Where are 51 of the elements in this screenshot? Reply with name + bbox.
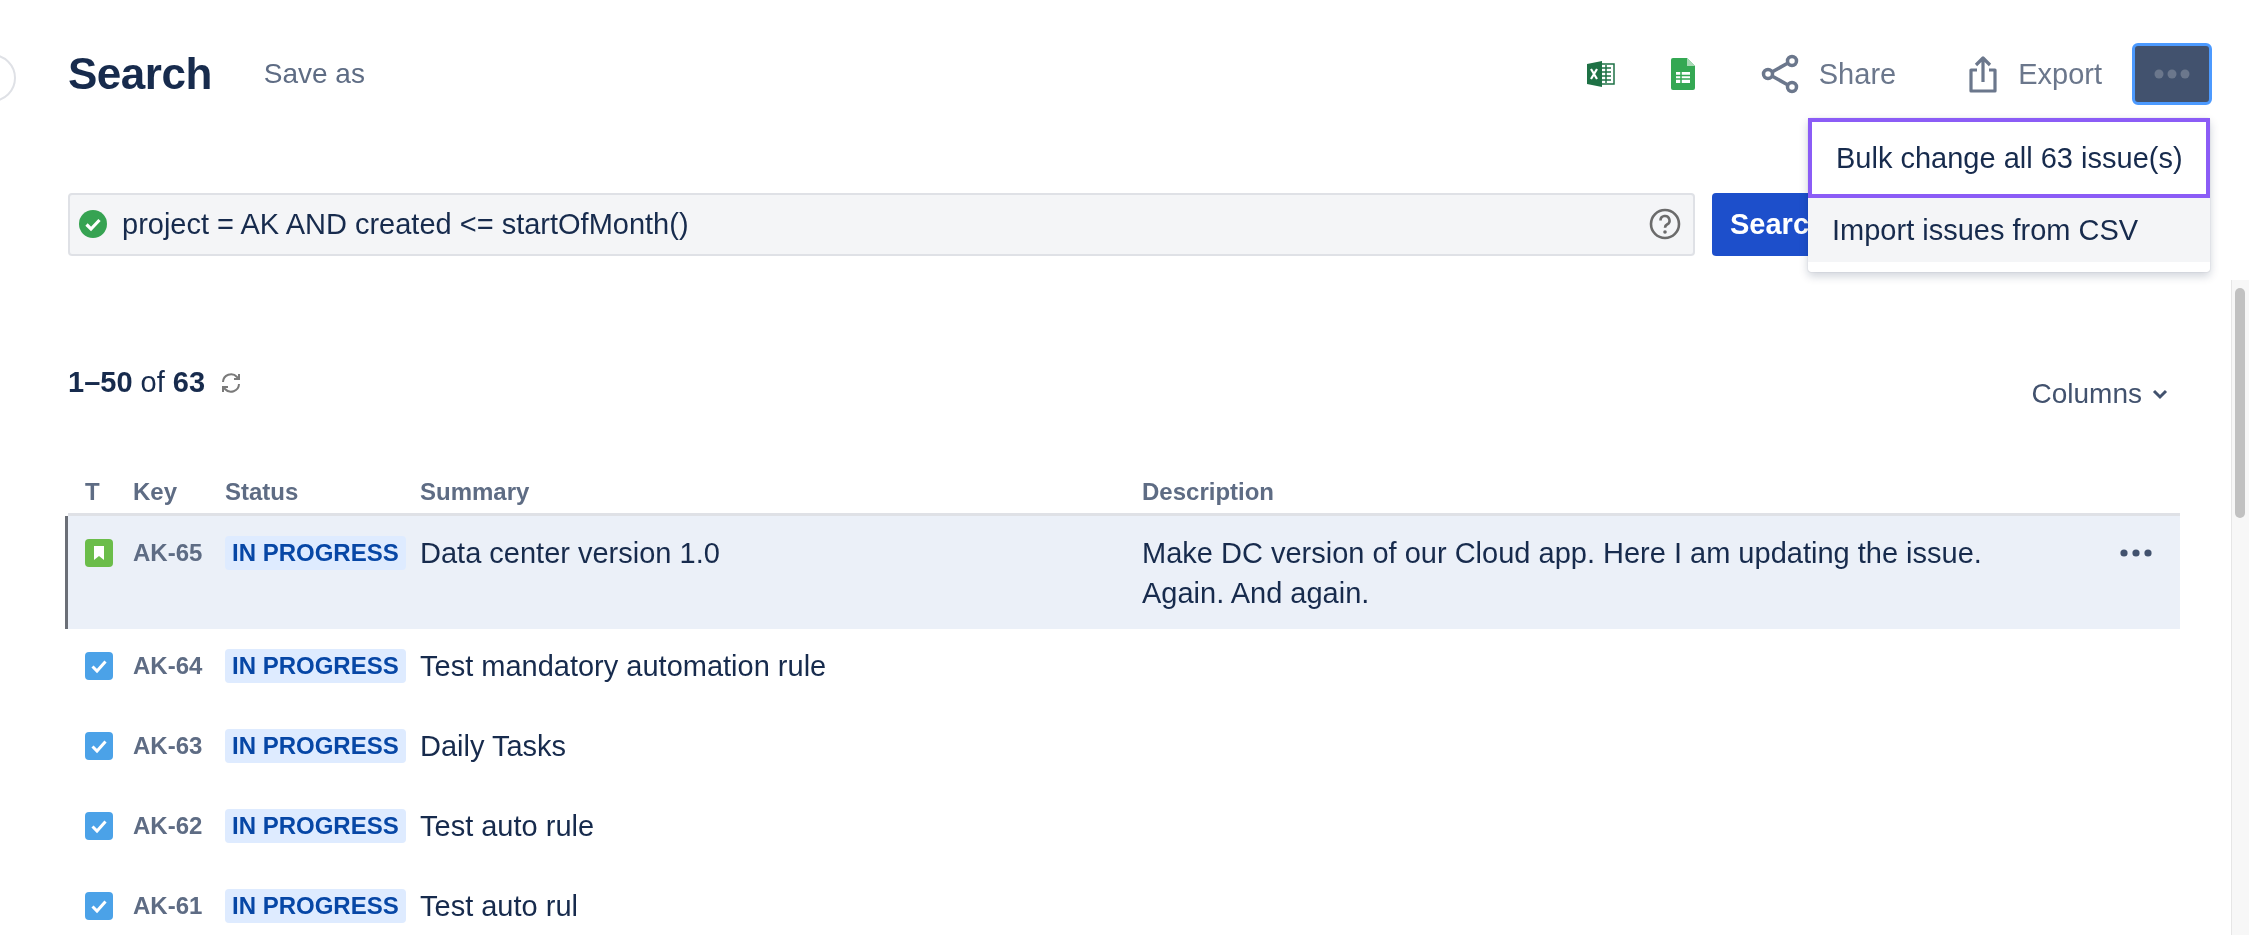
issue-row[interactable]: AK-61 IN PROGRESS Test auto rul — [65, 869, 2180, 935]
issue-summary-link[interactable]: Test auto rul — [420, 886, 1142, 926]
issue-row[interactable]: AK-64 IN PROGRESS Test mandatory automation rule — [65, 629, 2180, 709]
share-icon — [1760, 54, 1799, 94]
issue-key-link[interactable]: AK-62 — [133, 806, 225, 846]
page-title: Search — [68, 49, 212, 99]
checkbox-icon — [85, 812, 113, 840]
issue-key-link[interactable]: AK-65 — [133, 533, 225, 613]
export-button[interactable]: Export — [1960, 49, 2110, 99]
status-lozenge: IN PROGRESS — [225, 809, 406, 843]
issue-key-link[interactable]: AK-63 — [133, 726, 225, 766]
more-icon — [2154, 69, 2190, 79]
column-header[interactable]: Key — [133, 477, 225, 506]
checkbox-icon — [85, 652, 113, 680]
column-header[interactable]: Summary — [420, 477, 1142, 506]
issue-summary-link[interactable]: Daily Tasks — [420, 726, 1142, 766]
issue-description: Make DC version of our Cloud app. Here I am updating the issue. Again. And again. — [1142, 536, 1983, 611]
spreadsheet-file-icon[interactable] — [1586, 61, 1615, 87]
more-icon — [2120, 549, 2152, 557]
more-actions-button[interactable] — [2132, 43, 2212, 105]
save-as-button[interactable]: Save as — [259, 54, 369, 94]
checkbox-icon — [85, 732, 113, 760]
column-header[interactable]: T — [68, 477, 133, 506]
checkbox-icon — [85, 892, 113, 920]
sheet-document-icon[interactable] — [1670, 58, 1695, 90]
scrollbar[interactable] — [2231, 280, 2249, 935]
issue-row[interactable]: AK-62 IN PROGRESS Test auto rule — [65, 789, 2180, 869]
issue-row[interactable]: AK-63 IN PROGRESS Daily Tasks — [65, 709, 2180, 789]
export-icon — [1968, 55, 1999, 93]
issue-row[interactable]: AK-65 IN PROGRESS Data center version 1.0 Make DC version of our Cloud app. Here I am updating the issue. Again. And again. — [65, 516, 2180, 629]
scrollbar-thumb[interactable] — [2235, 288, 2245, 518]
menu-item[interactable]: Import issues from CSV — [1808, 198, 2210, 262]
query-field[interactable]: project = AK AND created <= startOfMonth() — [68, 193, 1695, 256]
chevron-down-icon — [2152, 388, 2168, 400]
share-button[interactable]: Share — [1752, 48, 1905, 100]
issue-key-link[interactable]: AK-61 — [133, 886, 225, 926]
status-lozenge: IN PROGRESS — [225, 729, 406, 763]
status-lozenge: IN PROGRESS — [225, 649, 406, 683]
issue-summary-link[interactable]: Data center version 1.0 — [420, 533, 1142, 613]
results-count: 1–50 of 63 — [68, 366, 206, 399]
issue-summary-link[interactable]: Test mandatory automation rule — [420, 646, 1142, 686]
columns-button[interactable]: Columns — [2027, 376, 2172, 412]
help-icon[interactable] — [1649, 208, 1681, 240]
status-lozenge: IN PROGRESS — [225, 536, 406, 570]
issue-summary-link[interactable]: Test auto rule — [420, 806, 1142, 846]
menu-item[interactable]: Bulk change all 63 issue(s) — [1808, 118, 2210, 198]
issue-key-link[interactable]: AK-64 — [133, 646, 225, 686]
column-header[interactable]: Description — [1142, 477, 2120, 506]
bookmark-icon — [85, 539, 113, 567]
column-header[interactable]: Status — [225, 477, 420, 506]
status-lozenge: IN PROGRESS — [225, 889, 406, 923]
